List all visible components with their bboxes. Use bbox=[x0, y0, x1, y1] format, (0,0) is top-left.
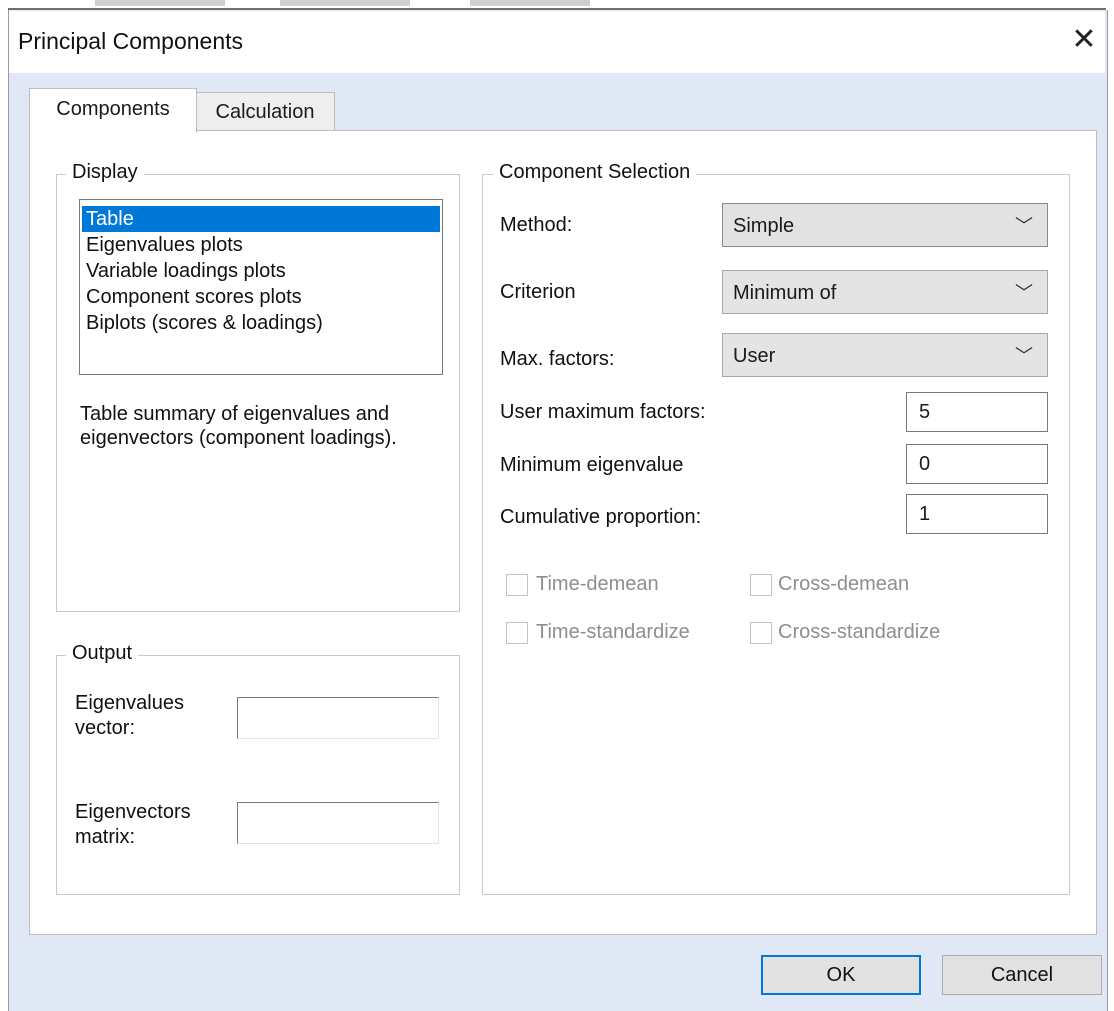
eigenvectors-matrix-field[interactable] bbox=[237, 802, 439, 844]
background-text-fragment bbox=[470, 0, 590, 6]
list-item-biplots[interactable]: Biplots (scores & loadings) bbox=[82, 310, 440, 336]
ok-button[interactable]: OK bbox=[761, 955, 921, 995]
method-dropdown[interactable]: Simple ﹀ bbox=[722, 203, 1048, 247]
time-standardize-checkbox[interactable] bbox=[506, 622, 528, 644]
cumulative-proportion-label: Cumulative proportion: bbox=[500, 506, 702, 528]
user-max-factors-input[interactable]: 5 bbox=[906, 392, 1048, 432]
display-listbox[interactable]: Table Eigenvalues plots Variable loading… bbox=[79, 199, 443, 375]
method-value: Simple bbox=[733, 215, 795, 237]
list-item-eigenvalues-plots[interactable]: Eigenvalues plots bbox=[82, 232, 440, 258]
criterion-value: Minimum of bbox=[733, 282, 837, 304]
time-demean-label: Time-demean bbox=[536, 573, 659, 595]
max-factors-value: User bbox=[733, 345, 776, 367]
min-eigenvalue-input[interactable]: 0 bbox=[906, 444, 1048, 484]
eigenvalues-label: Eigenvalues bbox=[75, 692, 184, 714]
display-group-label: Display bbox=[66, 161, 144, 184]
list-item-variable-loadings-plots[interactable]: Variable loadings plots bbox=[82, 258, 440, 284]
cross-standardize-label: Cross-standardize bbox=[778, 621, 941, 643]
background-text-fragment bbox=[280, 0, 410, 6]
cross-demean-label: Cross-demean bbox=[778, 573, 910, 595]
tab-calculation[interactable]: Calculation bbox=[195, 92, 335, 131]
cross-demean-checkbox[interactable] bbox=[750, 574, 772, 596]
display-description: Table summary of eigenvalues and eigenve… bbox=[80, 403, 397, 449]
background-text-fragment bbox=[95, 0, 225, 6]
dialog-title: Principal Components bbox=[18, 28, 244, 54]
user-max-factors-label: User maximum factors: bbox=[500, 401, 706, 423]
max-factors-label: Max. factors: bbox=[500, 348, 615, 370]
eigenvalues-label-line2: vector: bbox=[75, 717, 136, 739]
chevron-down-icon: ﹀ bbox=[1015, 346, 1033, 366]
max-factors-dropdown[interactable]: User ﹀ bbox=[722, 333, 1048, 377]
cumulative-proportion-input[interactable]: 1 bbox=[906, 494, 1048, 534]
output-group-label: Output bbox=[66, 642, 139, 665]
time-standardize-label: Time-standardize bbox=[536, 621, 690, 643]
method-label: Method: bbox=[500, 214, 573, 236]
list-item-component-scores-plots[interactable]: Component scores plots bbox=[82, 284, 440, 310]
time-demean-checkbox[interactable] bbox=[506, 574, 528, 596]
chevron-down-icon: ﹀ bbox=[1015, 216, 1033, 236]
criterion-label: Criterion bbox=[500, 281, 576, 303]
cross-standardize-checkbox[interactable] bbox=[750, 622, 772, 644]
eigenvectors-label-line2: matrix: bbox=[75, 826, 135, 848]
chevron-down-icon: ﹀ bbox=[1015, 283, 1033, 303]
criterion-dropdown[interactable]: Minimum of ﹀ bbox=[722, 270, 1048, 314]
eigenvectors-label: Eigenvectors bbox=[75, 801, 191, 823]
tab-components[interactable]: Components bbox=[29, 88, 197, 133]
list-item-table[interactable]: Table bbox=[82, 206, 440, 232]
min-eigenvalue-label: Minimum eigenvalue bbox=[500, 454, 684, 476]
component-selection-label: Component Selection bbox=[493, 161, 697, 184]
output-group bbox=[56, 655, 460, 895]
cancel-button[interactable]: Cancel bbox=[942, 955, 1102, 995]
close-icon[interactable]: ✕ bbox=[1064, 20, 1104, 60]
eigenvalues-vector-field[interactable] bbox=[237, 697, 439, 739]
